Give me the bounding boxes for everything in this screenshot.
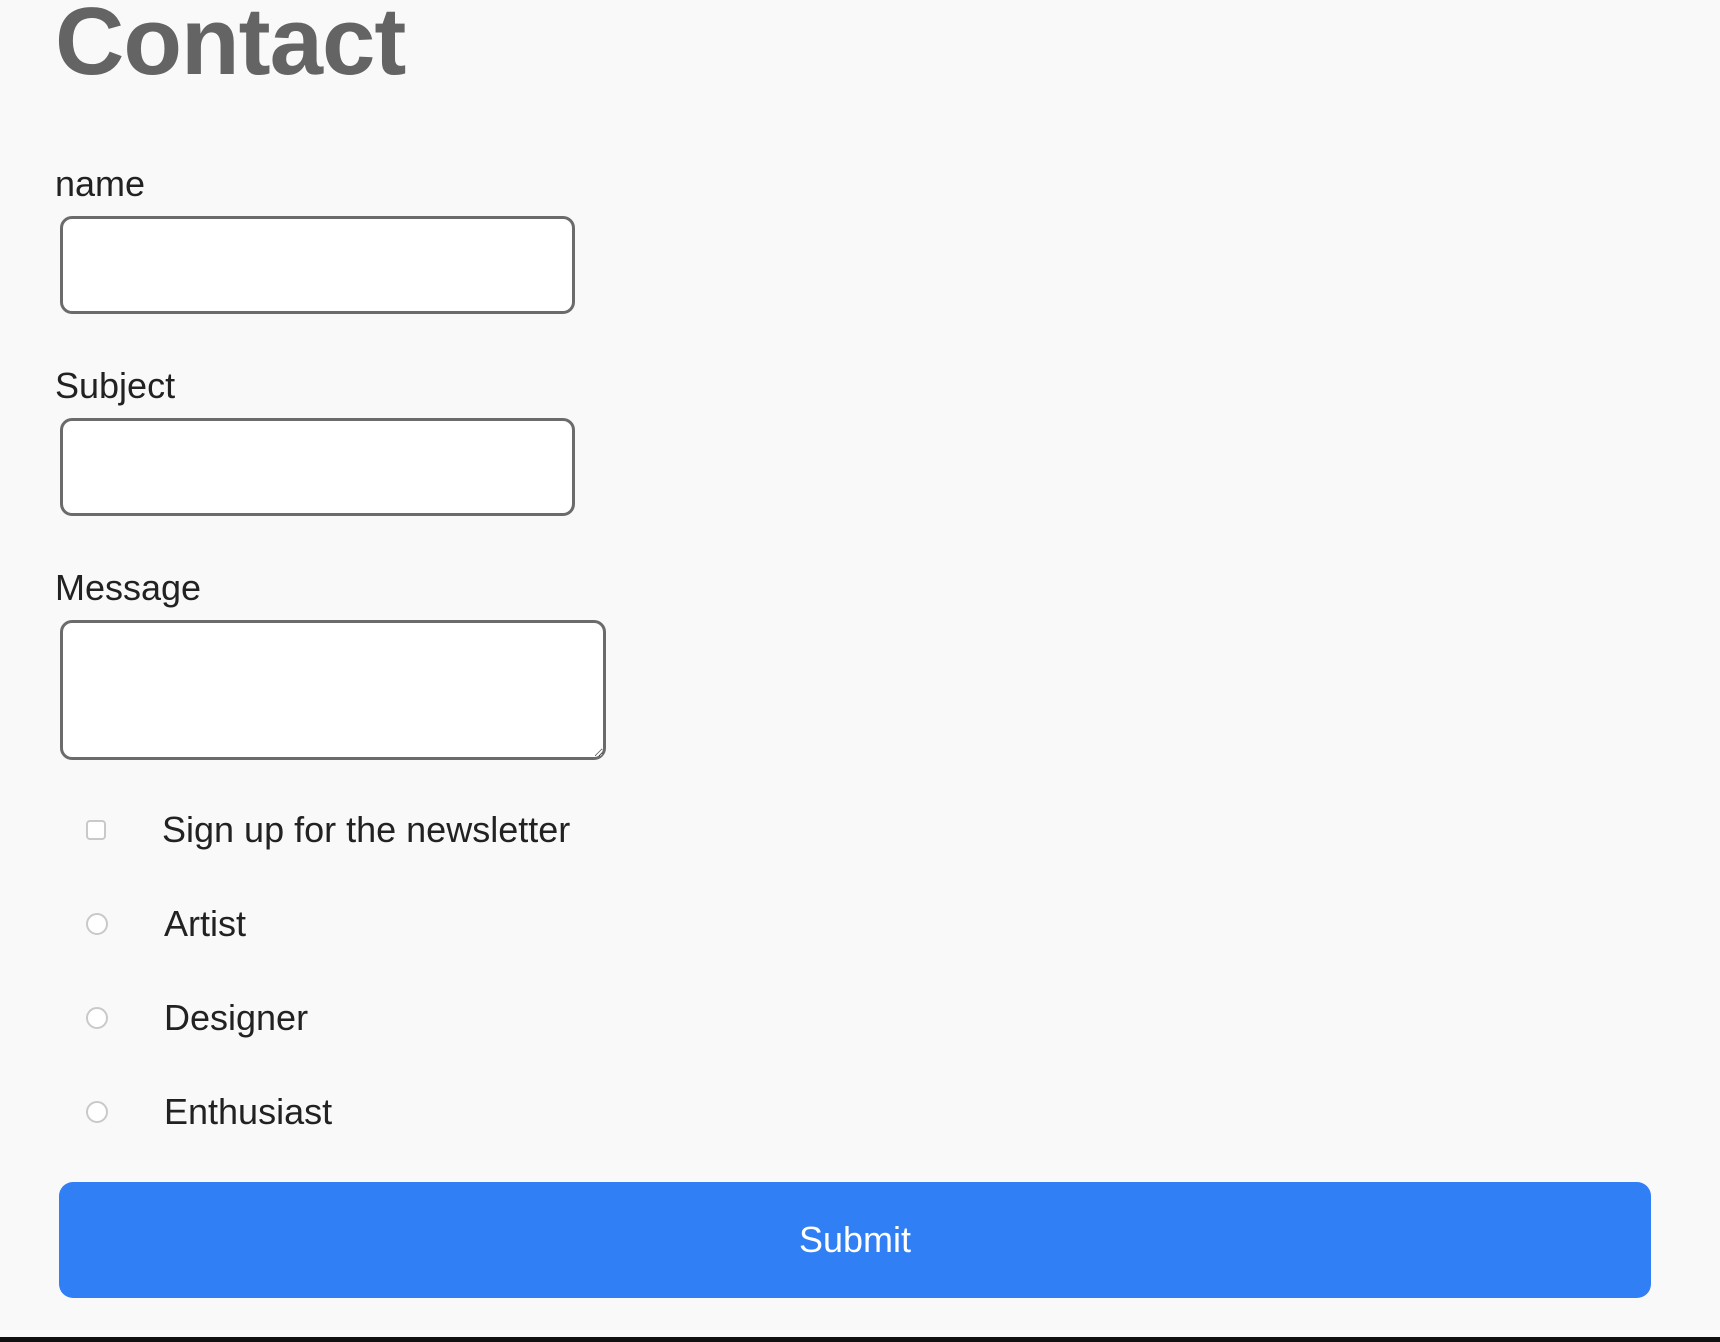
designer-radio[interactable] — [86, 1007, 108, 1029]
role-option-artist[interactable]: Artist — [86, 903, 247, 944]
artist-label: Artist — [164, 903, 247, 944]
designer-label: Designer — [164, 997, 309, 1038]
contact-page: Contact name Subject Message Sign up for… — [0, 0, 1720, 1338]
subject-input[interactable] — [60, 418, 575, 516]
subject-label: Subject — [55, 365, 176, 406]
role-option-designer[interactable]: Designer — [86, 997, 309, 1038]
name-input[interactable] — [60, 216, 575, 314]
submit-button[interactable]: Submit — [59, 1182, 1651, 1298]
name-label: name — [55, 163, 146, 204]
message-textarea[interactable] — [60, 620, 606, 760]
artist-radio[interactable] — [86, 913, 108, 935]
newsletter-checkbox[interactable] — [86, 820, 106, 840]
page-title: Contact — [55, 0, 406, 95]
message-label: Message — [55, 567, 202, 608]
enthusiast-radio[interactable] — [86, 1101, 108, 1123]
enthusiast-label: Enthusiast — [164, 1091, 333, 1132]
role-option-enthusiast[interactable]: Enthusiast — [86, 1091, 333, 1132]
bottom-border — [0, 1337, 1720, 1342]
newsletter-label: Sign up for the newsletter — [162, 809, 571, 850]
newsletter-option[interactable]: Sign up for the newsletter — [86, 809, 571, 850]
